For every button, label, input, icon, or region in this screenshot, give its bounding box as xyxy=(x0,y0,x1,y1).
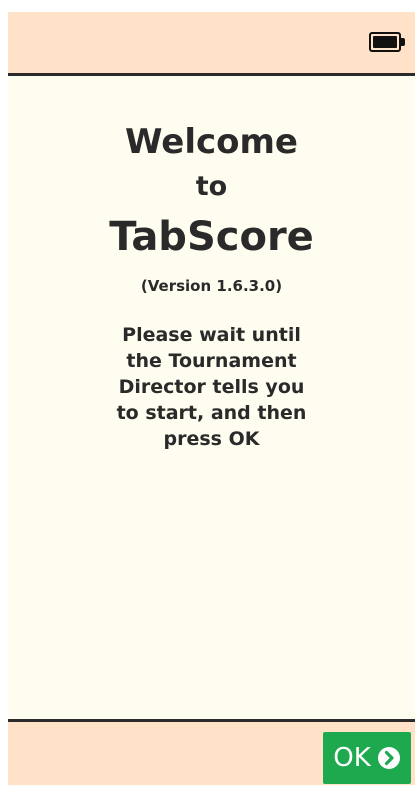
ok-button[interactable]: OK xyxy=(323,732,411,784)
welcome-panel: Welcome to TabScore (Version 1.6.3.0) Pl… xyxy=(8,76,415,719)
welcome-heading: Welcome xyxy=(124,122,298,162)
chevron-circle-right-icon xyxy=(377,747,400,769)
ok-button-label: OK xyxy=(333,743,371,773)
battery-full-icon xyxy=(369,32,407,52)
instructions-text: Please wait until the Tournament Directo… xyxy=(116,324,307,450)
app-name-title: TabScore xyxy=(109,214,314,260)
welcome-to-text: to xyxy=(195,171,228,202)
app-frame: Welcome to TabScore (Version 1.6.3.0) Pl… xyxy=(8,12,415,785)
header-bar xyxy=(8,12,415,76)
version-text: (Version 1.6.3.0) xyxy=(140,277,283,295)
footer-bar: OK xyxy=(8,719,415,785)
